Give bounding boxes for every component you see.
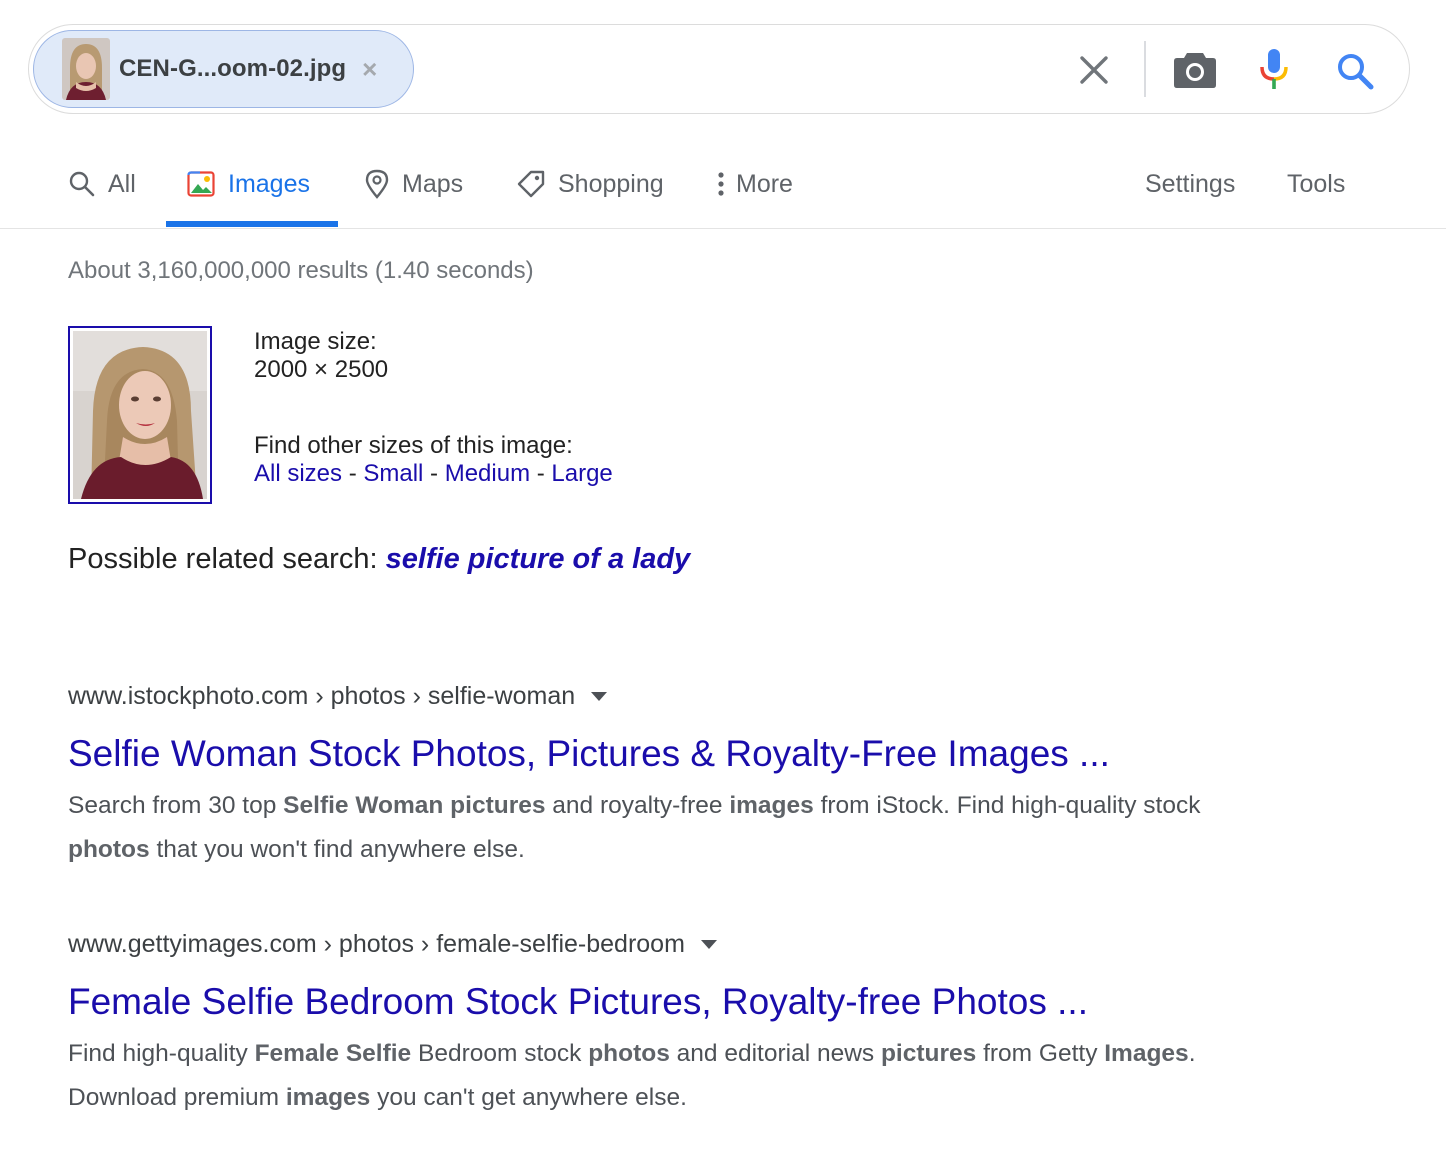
snippet-highlight: Female Selfie xyxy=(254,1040,412,1067)
medium-size-link[interactable]: Medium xyxy=(445,460,530,487)
image-icon xyxy=(187,171,215,197)
search-bar[interactable]: CEN-G...oom-02.jpg × xyxy=(28,24,1410,114)
image-size-value: 2000 × 2500 xyxy=(254,356,389,383)
result-domain: www.istockphoto.com xyxy=(68,681,309,710)
search-divider xyxy=(1144,41,1146,97)
query-image-thumbnail xyxy=(62,38,110,100)
tab-more[interactable]: More xyxy=(716,164,793,204)
tab-images[interactable]: Images xyxy=(186,164,310,204)
settings-link[interactable]: Settings xyxy=(1145,164,1235,204)
snippet-highlight: images xyxy=(285,1084,371,1111)
snippet-text: from iStock. Find high-quality stock xyxy=(813,792,1201,819)
result-breadcrumb: www.gettyimages.com › photos › female-se… xyxy=(68,928,1268,960)
search-result: www.gettyimages.com › photos › female-se… xyxy=(68,928,1268,1120)
chip-filename: CEN-G...oom-02.jpg xyxy=(119,55,347,82)
search-icon[interactable] xyxy=(1335,51,1375,96)
large-size-link[interactable]: Large xyxy=(551,460,612,487)
related-search-link[interactable]: selfie picture of a lady xyxy=(386,543,691,575)
snippet-text: Search from 30 top xyxy=(68,792,284,819)
size-separator: - xyxy=(342,460,364,487)
snippet-highlight: photos xyxy=(68,836,150,863)
snippet-text: Find high-quality xyxy=(68,1040,255,1067)
query-image-preview[interactable] xyxy=(68,326,212,504)
snippet-text: from Getty xyxy=(976,1040,1105,1067)
image-size-label: Image size: xyxy=(254,328,377,355)
result-domain: www.gettyimages.com xyxy=(68,929,317,958)
all-sizes-link[interactable]: All sizes xyxy=(254,460,342,487)
snippet-highlight: Images xyxy=(1104,1040,1189,1067)
snippet-text: and editorial news xyxy=(669,1040,881,1067)
related-search-label: Possible related search: xyxy=(68,543,386,575)
tabs-divider xyxy=(0,228,1446,229)
result-snippet: Find high-quality Female Selfie Bedroom … xyxy=(68,1032,1248,1120)
snippet-highlight: Selfie Woman pictures xyxy=(283,792,546,819)
related-search: Possible related search: selfie picture … xyxy=(68,543,690,576)
snippet-text: Bedroom stock xyxy=(411,1040,589,1067)
more-vert-icon xyxy=(718,172,724,196)
tab-maps[interactable]: Maps xyxy=(364,164,463,204)
tab-all[interactable]: All xyxy=(68,164,136,204)
map-pin-icon xyxy=(365,169,389,199)
result-menu-triangle-icon[interactable] xyxy=(591,691,608,701)
settings-label: Settings xyxy=(1145,169,1236,198)
tab-label: Maps xyxy=(402,169,464,198)
result-stats: About 3,160,000,000 results (1.40 second… xyxy=(68,257,534,284)
search-tabs: All Images Maps Shopping More Settings T… xyxy=(0,150,1446,228)
result-menu-triangle-icon[interactable] xyxy=(700,939,717,949)
snippet-text: and royalty-free xyxy=(545,792,730,819)
tab-label: Shopping xyxy=(558,169,664,198)
result-title-link[interactable]: Selfie Woman Stock Photos, Pictures & Ro… xyxy=(68,732,1268,776)
tab-label: All xyxy=(108,169,136,198)
remove-image-icon[interactable]: × xyxy=(362,56,377,82)
microphone-icon[interactable] xyxy=(1257,47,1291,98)
result-path: › photos › female-selfie-bedroom xyxy=(316,929,685,958)
snippet-text: you can't get anywhere else. xyxy=(370,1084,687,1111)
camera-icon[interactable] xyxy=(1173,49,1217,94)
tools-label: Tools xyxy=(1287,169,1346,198)
search-result: www.istockphoto.com › photos › selfie-wo… xyxy=(68,680,1268,872)
tag-icon xyxy=(517,170,545,198)
image-size-block: Image size: 2000 × 2500 xyxy=(254,328,388,384)
tab-shopping[interactable]: Shopping xyxy=(516,164,664,204)
result-path: › photos › selfie-woman xyxy=(308,681,576,710)
tools-link[interactable]: Tools xyxy=(1287,164,1345,204)
snippet-highlight: images xyxy=(729,792,814,819)
tab-label: Images xyxy=(228,169,310,198)
result-snippet: Search from 30 top Selfie Woman pictures… xyxy=(68,784,1248,872)
active-tab-indicator xyxy=(166,221,338,227)
other-sizes-label: Find other sizes of this image: xyxy=(254,432,573,459)
small-size-link[interactable]: Small xyxy=(363,460,423,487)
tab-label: More xyxy=(736,169,793,198)
snippet-text: that you won't find anywhere else. xyxy=(149,836,525,863)
other-sizes-block: Find other sizes of this image: All size… xyxy=(254,432,613,488)
result-breadcrumb: www.istockphoto.com › photos › selfie-wo… xyxy=(68,680,1268,712)
snippet-highlight: photos xyxy=(588,1040,670,1067)
search-icon xyxy=(69,171,95,197)
image-query-chip[interactable]: CEN-G...oom-02.jpg × xyxy=(33,30,414,108)
size-separator: - xyxy=(423,460,445,487)
snippet-highlight: pictures xyxy=(880,1040,977,1067)
clear-icon[interactable] xyxy=(1077,53,1111,92)
result-title-link[interactable]: Female Selfie Bedroom Stock Pictures, Ro… xyxy=(68,980,1268,1024)
size-separator: - xyxy=(530,460,552,487)
